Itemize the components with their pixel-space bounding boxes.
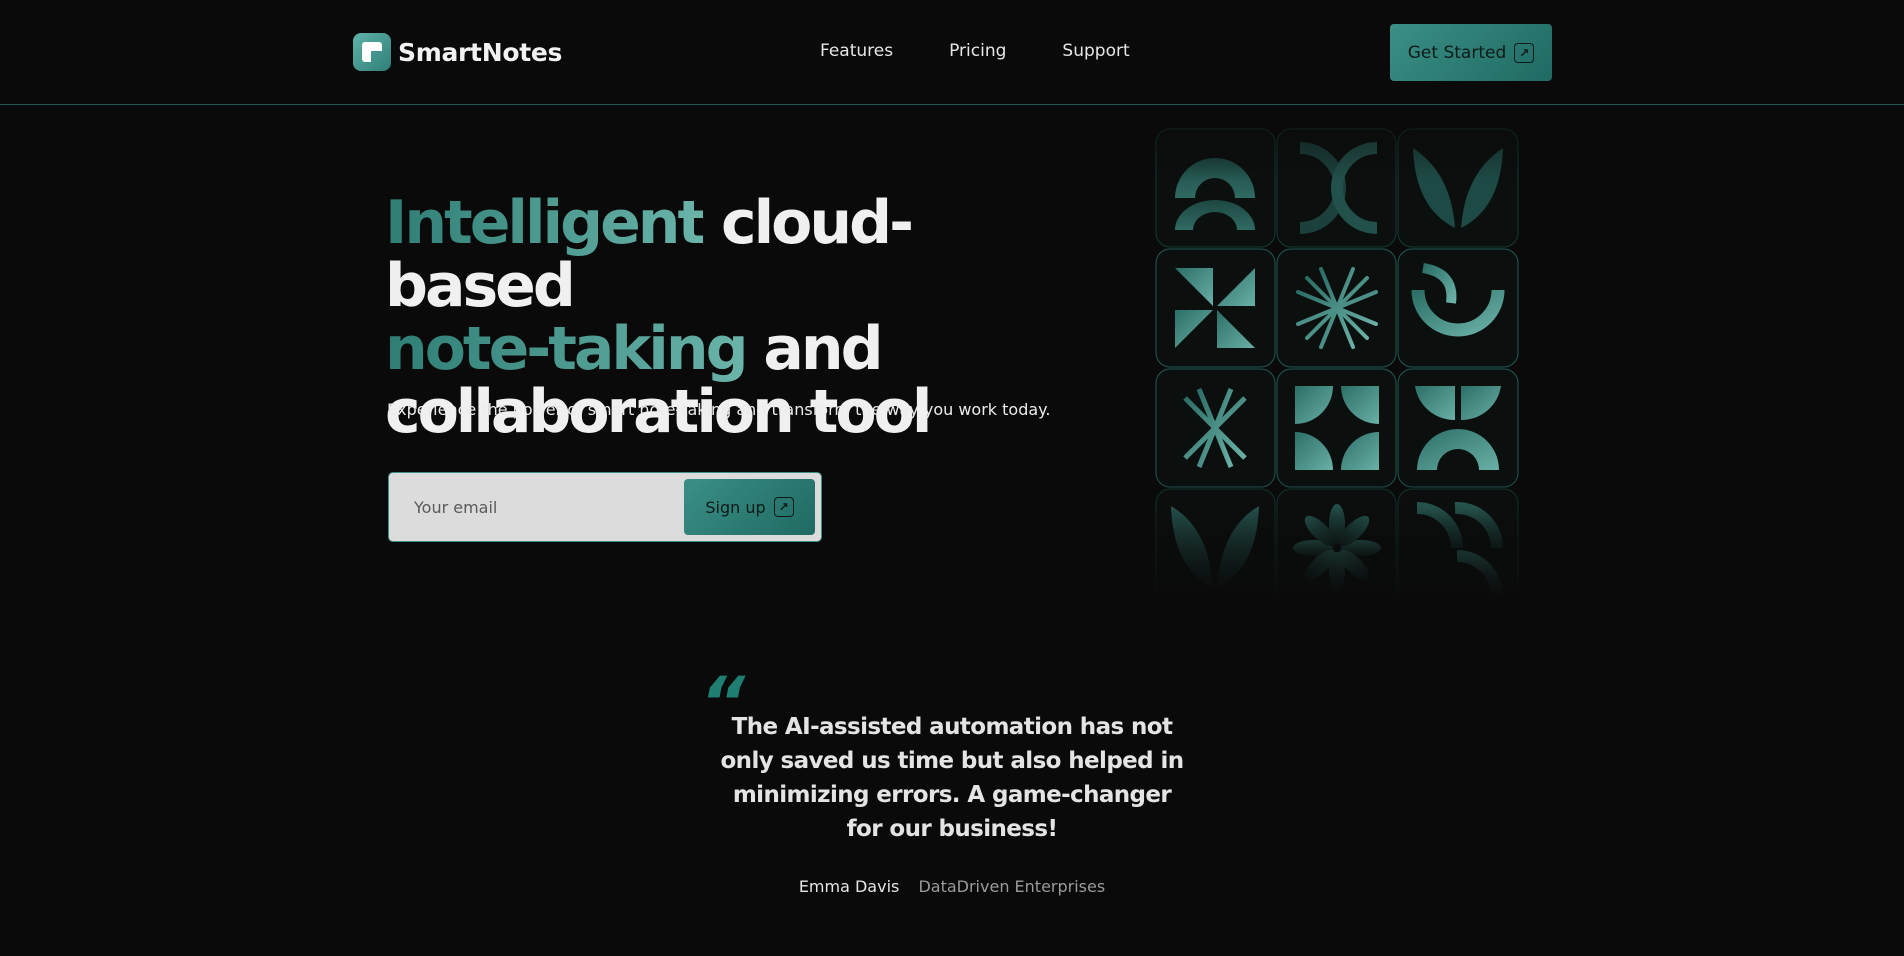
brand-logo[interactable]: SmartNotes <box>353 33 562 71</box>
testimonial-author: Emma Davis <box>798 877 900 896</box>
starburst-icon <box>1276 248 1397 368</box>
sign-up-label: Sign up <box>705 497 766 517</box>
pattern-fade-top <box>1150 120 1524 180</box>
pinwheel-icon <box>1155 248 1276 368</box>
hero-subtitle: Experience the power of smart note-takin… <box>387 400 1051 419</box>
main-nav: Features Pricing Support <box>820 41 1186 61</box>
note-icon <box>353 33 391 71</box>
get-started-label: Get Started <box>1407 42 1507 63</box>
get-started-button[interactable]: Get Started ↗ <box>1390 24 1552 81</box>
nav-item-pricing[interactable]: Pricing <box>949 41 1006 61</box>
testimonial-company: DataDriven Enterprises <box>918 877 1106 896</box>
brand-name: SmartNotes <box>398 37 563 67</box>
nav-item-features[interactable]: Features <box>820 41 893 61</box>
hero-title-part-2: and <box>763 314 883 384</box>
testimonial-attribution: Emma Davis DataDriven Enterprises <box>0 877 1904 896</box>
email-input[interactable] <box>390 474 680 540</box>
pattern-fade <box>1150 470 1524 605</box>
hero-title-accent-2: note-taking <box>385 314 749 384</box>
hero-title-accent-1: Intelligent <box>385 188 706 258</box>
cup-icon <box>1397 248 1519 368</box>
arrow-up-right-icon: ↗ <box>1514 42 1535 63</box>
signup-form: Sign up ↗ <box>388 472 822 542</box>
nav-item-support[interactable]: Support <box>1062 41 1129 61</box>
testimonial-quote: The AI-assisted automation has not only … <box>720 714 1184 842</box>
site-header: SmartNotes Features Pricing Support Get … <box>0 0 1904 105</box>
sign-up-button[interactable]: Sign up ↗ <box>684 479 815 535</box>
arrow-up-right-icon: ↗ <box>773 497 794 517</box>
